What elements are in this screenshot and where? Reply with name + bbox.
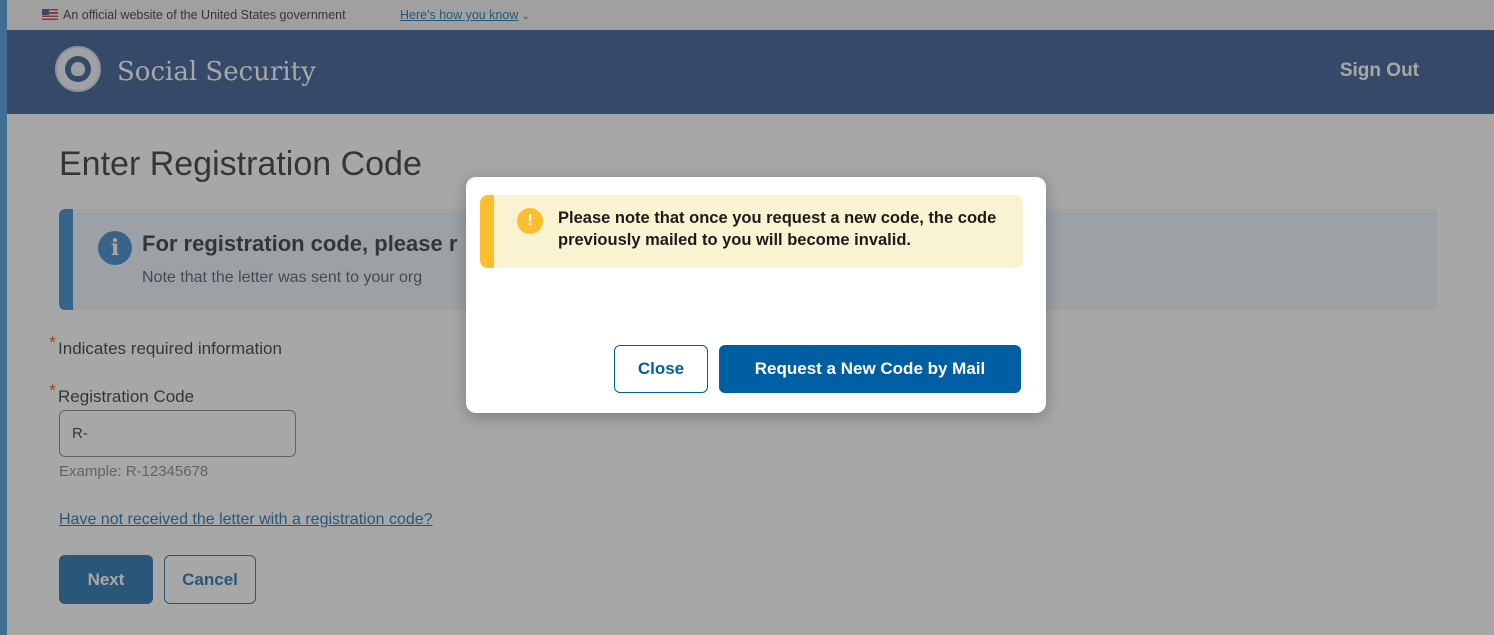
warning-alert: ! Please note that once you request a ne… bbox=[480, 195, 1023, 268]
warning-text: Please note that once you request a new … bbox=[558, 209, 997, 249]
request-new-code-button[interactable]: Request a New Code by Mail bbox=[719, 345, 1021, 393]
warning-icon: ! bbox=[517, 208, 543, 234]
request-code-modal: ! Please note that once you request a ne… bbox=[466, 177, 1046, 413]
close-button[interactable]: Close bbox=[614, 345, 708, 393]
